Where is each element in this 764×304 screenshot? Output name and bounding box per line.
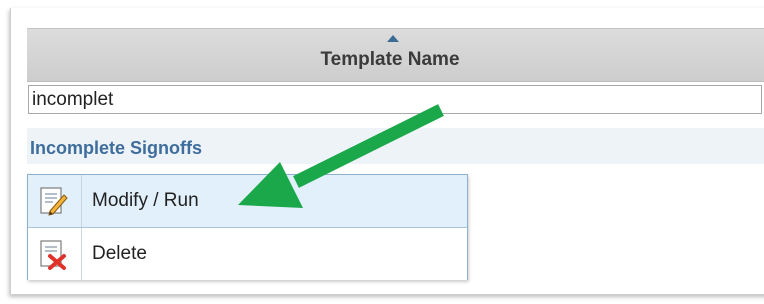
sort-ascending-icon[interactable] [387, 35, 399, 42]
delete-document-icon [40, 240, 66, 270]
menu-item-modify-run[interactable]: Modify / Run [28, 175, 467, 228]
menu-icon-column [28, 175, 82, 227]
template-link-incomplete-signoffs[interactable]: Incomplete Signoffs [30, 138, 202, 159]
menu-icon-column [28, 228, 82, 280]
edit-document-icon [40, 187, 68, 216]
menu-item-delete[interactable]: Delete [28, 228, 467, 280]
template-name-filter-input[interactable] [28, 85, 762, 114]
column-header-label[interactable]: Template Name [260, 49, 520, 71]
context-menu: Modify / Run Delete [27, 174, 468, 280]
menu-item-label: Modify / Run [92, 190, 199, 211]
menu-item-label: Delete [92, 243, 147, 264]
